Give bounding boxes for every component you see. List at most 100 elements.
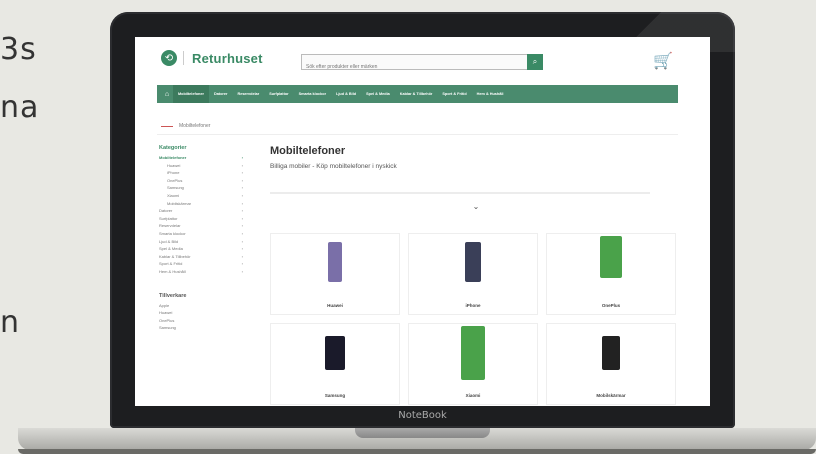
nav-item-mobiltelefoner[interactable]: Mobiltelefoner [173,85,209,103]
sidebar-item[interactable]: Kablar & Tillbehör › [159,254,249,262]
sidebar-item-label: Reservdelar [159,223,181,229]
sidebar-item-label: iPhone [167,170,180,176]
product-image [328,242,342,282]
product-label: iPhone [465,303,481,308]
main-navigation: ⌂ Mobiltelefoner Datorer Reservdelar Sur… [157,85,678,103]
sidebar-item-label: Samsung [167,185,184,191]
product-card[interactable]: Huawei [270,233,400,315]
chevron-right-icon: › [241,215,243,221]
site-logo[interactable]: ⟲ Returhuset [161,50,263,66]
sidebar-item[interactable]: OnePlus › [159,178,249,186]
logo-icon: ⟲ [161,50,177,66]
sidebar-heading: Kategorier [159,145,187,151]
home-icon[interactable]: ⌂ [161,85,173,103]
search-input[interactable] [302,60,528,74]
product-image [602,336,620,370]
search-button[interactable]: ⌕ [527,54,543,70]
sidebar-item-label: Xiaomi [167,192,180,198]
breadcrumb: Mobiltelefoner [161,123,210,129]
product-image [465,242,481,282]
sidebar-item-label: Mobiltelefoner [159,155,187,160]
filter-item[interactable]: Huawei [159,310,249,318]
sidebar-item[interactable]: Mobiltelefoner › [159,155,249,163]
product-card[interactable]: Mobilskärmar [546,323,676,405]
chevron-right-icon: › [241,246,243,252]
nav-item-smarta-klockor[interactable]: Smarta klockor [294,92,331,96]
sidebar-item-label: Datorer [159,208,173,214]
nav-item-surfplattor[interactable]: Surfplattor [264,92,293,96]
sidebar-item[interactable]: Samsung › [159,185,249,193]
sidebar-item[interactable]: Reservdelar › [159,223,249,231]
background-text-3: n [0,305,21,340]
chevron-right-icon: › [241,200,243,206]
sidebar-item[interactable]: Sport & Fritid › [159,261,249,269]
logo-text: Returhuset [192,50,263,66]
sidebar-item[interactable]: Mobilskärmar › [159,201,249,209]
laptop-notch [355,428,490,438]
sidebar-item[interactable]: Ljud & Bild › [159,239,249,247]
sidebar-item[interactable]: Spel & Media › [159,246,249,254]
product-card[interactable]: iPhone [408,233,538,315]
chevron-right-icon: › [241,170,243,176]
sidebar-item-label: Surfplattor [159,215,178,221]
sidebar-item-label: Ljud & Bild [159,238,179,244]
page-title: Mobiltelefoner [270,145,346,157]
product-label: Mobilskärmar [596,393,626,398]
sidebar-item-label: Mobilskärmar [167,200,192,206]
sidebar-item-label: Huawei [167,162,181,168]
chevron-right-icon: › [241,192,243,198]
product-card[interactable]: Samsung [270,323,400,405]
chevron-right-icon: › [241,185,243,191]
laptop-screen: ⟲ Returhuset ⌕ 🛒 ⌂ Mobiltelefoner Datore… [135,37,710,406]
sidebar-item[interactable]: Huawei › [159,163,249,171]
site-header: ⟲ Returhuset ⌕ 🛒 [135,37,710,81]
product-card[interactable]: OnePlus [546,233,676,315]
nav-item-spel-media[interactable]: Spel & Media [361,92,395,96]
nav-item-ljud-bild[interactable]: Ljud & Bild [331,92,361,96]
category-sidebar: Kategorier Mobiltelefoner › Huawei › iPhone ›… [159,145,249,333]
description-text [270,192,650,194]
product-grid: Huawei iPhone OnePlus Samsung Xiaomi Mobilskä… [270,233,678,405]
chevron-right-icon: › [241,261,243,267]
filter-item[interactable]: Apple [159,303,249,311]
chevron-right-icon: › [241,268,243,274]
sidebar-item[interactable]: iPhone › [159,170,249,178]
product-label: Huawei [327,303,343,308]
search-icon: ⌕ [532,57,538,66]
nav-item-hem[interactable]: Hem & Hushåll [472,92,509,96]
nav-item-sport[interactable]: Sport & Fritid [437,92,471,96]
product-label: Xiaomi [465,393,481,398]
filter-item[interactable]: OnePlus [159,318,249,326]
cart-icon[interactable]: 🛒 [653,51,673,71]
sidebar-item[interactable]: Xiaomi › [159,193,249,201]
chevron-right-icon: › [241,162,243,168]
sidebar-item-label: Hem & Hushåll [159,268,186,274]
product-image [600,236,622,278]
sidebar-item[interactable]: Smarta klockor › [159,231,249,239]
main-content: Mobiltelefoner Billiga mobiler - Köp mob… [270,145,682,211]
nav-item-reservdelar[interactable]: Reservdelar [232,92,264,96]
page-subtitle: Billiga mobiler - Köp mobiltelefoner i n… [270,163,397,170]
product-label: Samsung [324,393,346,398]
chevron-down-icon[interactable]: ⌄ [270,202,682,211]
filter-item[interactable]: Samsung [159,325,249,333]
product-card[interactable]: Xiaomi [408,323,538,405]
sidebar-item[interactable]: Hem & Hushåll › [159,269,249,277]
sidebar-item-label: Sport & Fritid [159,261,183,267]
chevron-right-icon: › [241,223,243,229]
sidebar-item[interactable]: Surfplattor › [159,216,249,224]
product-image [325,336,345,370]
sidebar-item-label: Smarta klockor [159,230,186,236]
laptop-brand-label: NoteBook [398,410,447,421]
chevron-right-icon: › [241,253,243,259]
background-text-1: 3s [0,32,37,67]
chevron-right-icon: › [241,238,243,244]
sidebar-item[interactable]: Datorer › [159,208,249,216]
sidebar-item-label: Kablar & Tillbehör [159,253,191,259]
breadcrumb-current[interactable]: Mobiltelefoner [179,123,210,129]
nav-item-kablar[interactable]: Kablar & Tillbehör [395,92,438,96]
chevron-right-icon: › [241,230,243,236]
product-label: OnePlus [601,303,621,308]
sidebar-item-label: Spel & Media [159,246,183,252]
nav-item-datorer[interactable]: Datorer [209,92,233,96]
